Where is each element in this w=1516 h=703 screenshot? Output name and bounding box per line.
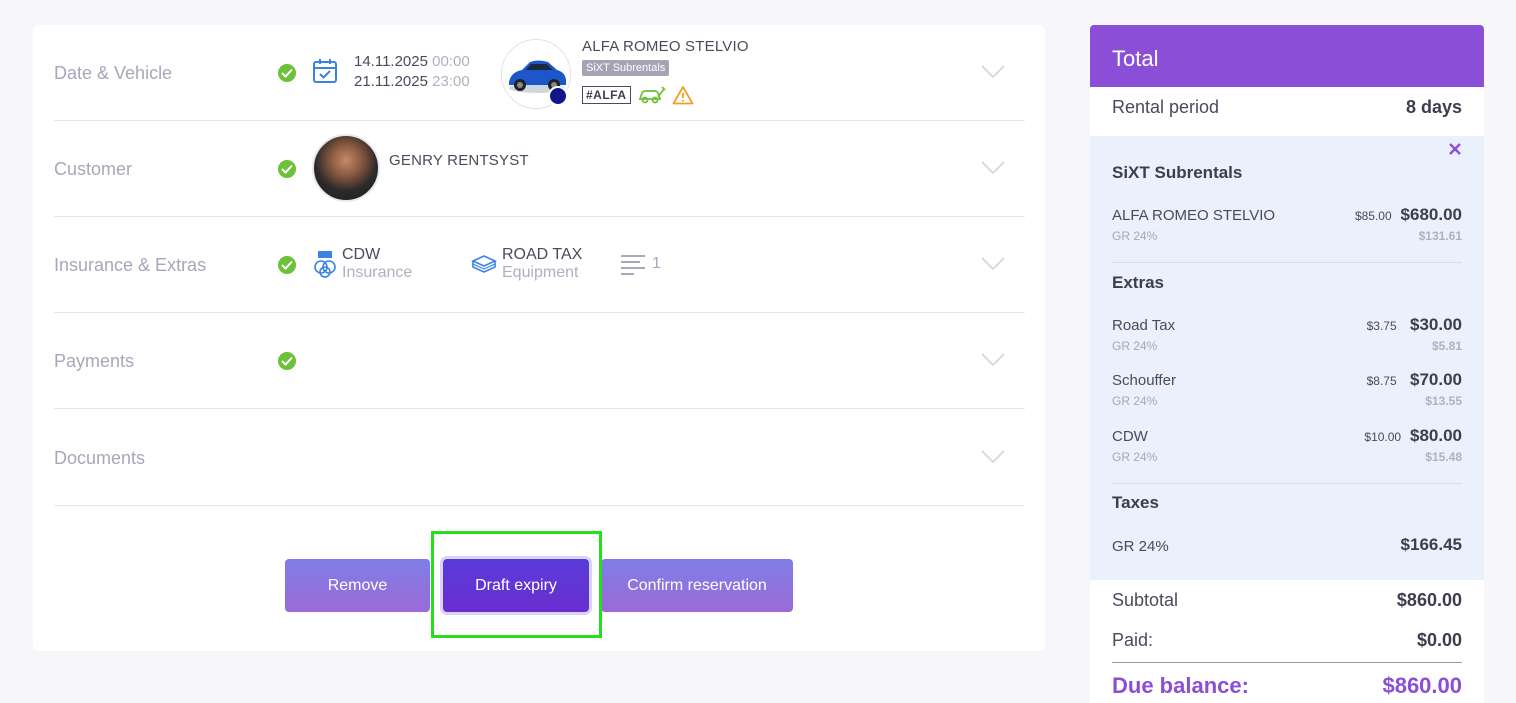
subtotal-value: $860.00	[1396, 590, 1462, 610]
section-documents[interactable]: Documents	[54, 410, 1025, 506]
remove-button[interactable]: Remove	[285, 559, 430, 612]
item-name: CDW	[1112, 428, 1148, 445]
chevron-down-icon[interactable]	[981, 450, 1005, 464]
item-tax-amount: $131.61	[1418, 229, 1462, 243]
pickup-time: 00:00	[432, 53, 470, 70]
check-icon	[278, 352, 296, 370]
section-date-vehicle[interactable]: Date & Vehicle 14.11.2025 00:00 21.11.20…	[54, 25, 1025, 121]
subtotal-row: Subtotal $860.00	[1112, 590, 1462, 614]
license-plate: #ALFA	[582, 86, 631, 104]
equipment-name: ROAD TAX	[502, 246, 583, 263]
vehicle-name: ALFA ROMEO STELVIO	[582, 38, 749, 55]
item-amount: $30.00	[1410, 315, 1462, 334]
item-tax-amount: $5.81	[1431, 339, 1462, 353]
confirm-reservation-button[interactable]: Confirm reservation	[601, 559, 793, 612]
chevron-down-icon[interactable]	[981, 161, 1005, 175]
tax-total: $166.45	[1400, 535, 1462, 554]
item-tax-label: GR 24%	[1112, 229, 1158, 243]
item-tax-amount: $15.48	[1425, 450, 1462, 464]
tax-label: GR 24%	[1112, 538, 1169, 555]
item-unit-price: $85.00	[1354, 209, 1392, 223]
section-payments[interactable]: Payments	[54, 313, 1025, 409]
group-title-supplier: SiXT Subrentals	[1112, 163, 1243, 182]
due-balance-label: Due balance:	[1112, 673, 1249, 698]
item-name: Schouffer	[1112, 372, 1176, 389]
divider	[1112, 483, 1462, 484]
item-unit-price: $3.75	[1366, 319, 1397, 333]
supplier-badge: SiXT Subrentals	[582, 60, 670, 76]
item-amount: $70.00	[1410, 370, 1462, 389]
customer-name: GENRY RENTSYST	[389, 152, 529, 169]
due-balance-row: Due balance: $860.00	[1112, 673, 1462, 703]
line-item: CDW GR 24% $10.00 $80.00 $15.48	[1112, 426, 1462, 466]
item-name: Road Tax	[1112, 317, 1176, 334]
item-unit-price: $8.75	[1366, 374, 1397, 388]
breakdown-area	[1090, 136, 1484, 580]
insurance-name: CDW	[342, 246, 381, 263]
rental-dates: 14.11.2025 00:00 21.11.2025 23:00	[354, 52, 470, 92]
section-title: Customer	[54, 159, 133, 179]
total-panel: Total Rental period 8 days SiXT Subrenta…	[1090, 25, 1484, 703]
section-title: Date & Vehicle	[54, 63, 173, 83]
group-title-taxes: Taxes	[1112, 493, 1159, 512]
warning-icon	[672, 86, 694, 105]
other-items-count: 1	[652, 255, 661, 272]
section-title: Insurance & Extras	[54, 255, 207, 275]
insurance-item: CDW Insurance	[342, 246, 412, 282]
chevron-down-icon[interactable]	[981, 65, 1005, 79]
section-title: Payments	[54, 351, 135, 371]
line-item: Road Tax GR 24% $3.75 $30.00 $5.81	[1112, 315, 1462, 355]
item-amount: $680.00	[1400, 205, 1462, 224]
rental-period-label: Rental period	[1112, 97, 1220, 117]
return-time: 23:00	[432, 73, 470, 90]
item-unit-price: $10.00	[1364, 430, 1402, 444]
total-header: Total	[1090, 25, 1484, 87]
divider	[1112, 662, 1462, 663]
line-item: ALFA ROMEO STELVIO GR 24% $85.00 $680.00…	[1112, 205, 1462, 245]
highlight-box	[431, 531, 602, 638]
item-tax-amount: $13.55	[1425, 394, 1462, 408]
check-icon	[278, 160, 296, 178]
section-insurance-extras[interactable]: Insurance & Extras CDW Insurance ROAD TA…	[54, 217, 1025, 313]
check-icon	[278, 64, 296, 82]
item-name: ALFA ROMEO STELVIO	[1112, 207, 1276, 224]
close-icon[interactable]	[1448, 142, 1462, 156]
insurance-type: Insurance	[342, 264, 413, 281]
return-date: 21.11.2025	[354, 73, 428, 90]
section-customer[interactable]: Customer GENRY RENTSYST	[54, 121, 1025, 217]
subtotal-label: Subtotal	[1112, 590, 1179, 610]
reservation-card: Date & Vehicle 14.11.2025 00:00 21.11.20…	[33, 25, 1045, 651]
equipment-item: ROAD TAX Equipment	[502, 246, 582, 282]
equipment-icon	[471, 255, 497, 273]
avatar	[312, 134, 380, 202]
item-tax-label: GR 24%	[1112, 394, 1158, 408]
chevron-down-icon[interactable]	[981, 353, 1005, 367]
due-balance-value: $860.00	[1382, 673, 1462, 698]
list-lines-icon	[621, 255, 645, 275]
pickup-date: 14.11.2025	[354, 53, 428, 70]
line-item: Schouffer GR 24% $8.75 $70.00 $13.55	[1112, 370, 1462, 410]
rental-period-value: 8 days	[1405, 97, 1462, 117]
paid-value: $0.00	[1416, 630, 1462, 650]
section-title: Documents	[54, 448, 146, 468]
car-service-icon	[638, 86, 666, 104]
item-tax-label: GR 24%	[1112, 450, 1158, 464]
equipment-type: Equipment	[502, 264, 579, 281]
chevron-down-icon[interactable]	[981, 257, 1005, 271]
insurance-icon	[314, 251, 336, 278]
group-title-extras: Extras	[1112, 273, 1164, 292]
calendar-icon	[313, 59, 337, 83]
paid-row: Paid: $0.00	[1112, 630, 1462, 654]
vehicle-color-dot	[548, 86, 568, 106]
tax-row: GR 24% $166.45	[1112, 535, 1462, 559]
paid-label: Paid:	[1112, 630, 1154, 650]
item-amount: $80.00	[1410, 426, 1462, 445]
item-tax-label: GR 24%	[1112, 339, 1158, 353]
divider	[1112, 262, 1462, 263]
check-icon	[278, 256, 296, 274]
